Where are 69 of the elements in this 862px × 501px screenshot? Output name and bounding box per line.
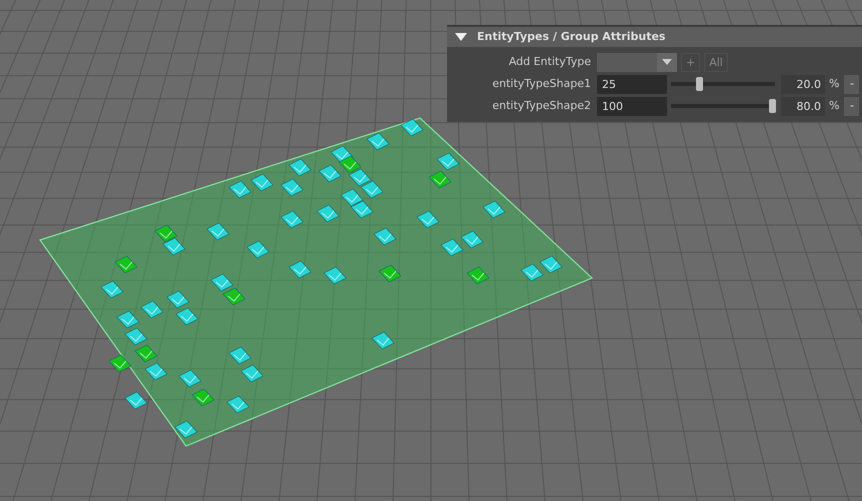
agent-icon bbox=[360, 180, 384, 198]
panel-title: EntityTypes / Group Attributes bbox=[477, 28, 666, 45]
agent-icon bbox=[540, 256, 562, 274]
agent-icon bbox=[460, 230, 484, 248]
percent-field: 80.0 bbox=[781, 96, 825, 116]
agent-icon bbox=[250, 174, 274, 192]
agent-icon bbox=[280, 178, 304, 196]
agent-icon bbox=[140, 300, 164, 318]
field-label: entityTypeShape1 bbox=[491, 76, 592, 92]
agent-icon bbox=[178, 370, 202, 388]
agent-icon bbox=[108, 354, 132, 372]
agent-icon bbox=[350, 200, 374, 218]
agent-icon bbox=[338, 156, 362, 174]
agent-icon bbox=[124, 328, 148, 346]
agent-icon bbox=[436, 152, 460, 170]
unit-label: % bbox=[828, 76, 840, 92]
agent-icon bbox=[192, 388, 214, 406]
field-label: entityTypeShape2 bbox=[491, 98, 592, 114]
value-field[interactable]: 25 bbox=[597, 74, 667, 94]
entity-type-dropdown[interactable] bbox=[597, 52, 677, 72]
agent-icon bbox=[174, 420, 198, 438]
agent-icon bbox=[348, 168, 372, 186]
field-label: Add EntityType bbox=[508, 54, 592, 70]
agent-icon bbox=[440, 238, 464, 256]
slider-thumb[interactable] bbox=[696, 77, 702, 91]
agent-icon bbox=[316, 204, 340, 222]
agent-icon bbox=[318, 164, 342, 182]
slider-thumb[interactable] bbox=[769, 99, 776, 113]
agent-icon bbox=[100, 280, 124, 298]
agent-icon bbox=[378, 264, 402, 282]
agent-icon bbox=[176, 308, 198, 326]
remove-button[interactable]: - bbox=[844, 96, 860, 116]
agent-icon bbox=[210, 274, 234, 292]
agent-icon bbox=[124, 392, 148, 410]
agent-icon bbox=[228, 346, 252, 364]
agent-icon bbox=[144, 362, 168, 380]
agent-icon bbox=[240, 364, 264, 382]
agent-icon bbox=[226, 396, 250, 414]
agent-icon bbox=[154, 224, 178, 242]
agent-icon bbox=[246, 240, 270, 258]
agent-icon bbox=[166, 290, 190, 308]
agent-icon bbox=[400, 118, 424, 136]
agent-icon bbox=[340, 188, 364, 206]
agent-icon bbox=[280, 210, 304, 228]
agent-icon bbox=[520, 264, 544, 282]
agent-icon bbox=[288, 158, 312, 176]
agent-icon bbox=[374, 228, 396, 246]
agent-icon bbox=[288, 260, 312, 278]
remove-button[interactable]: - bbox=[844, 74, 860, 94]
dropdown-caret-icon bbox=[662, 59, 672, 65]
agent-icon bbox=[324, 266, 346, 284]
agent-icon bbox=[222, 288, 246, 306]
agent-icon bbox=[228, 180, 252, 198]
collapse-triangle-icon[interactable] bbox=[455, 33, 467, 41]
panel-header[interactable]: EntityTypes / Group Attributes bbox=[447, 27, 862, 47]
agent-icon bbox=[134, 344, 158, 362]
agent-icon bbox=[482, 200, 506, 218]
percent-field: 20.0 bbox=[781, 74, 825, 94]
agent-icon bbox=[366, 132, 390, 150]
agent-icon bbox=[114, 256, 138, 274]
agent-icon bbox=[116, 310, 140, 328]
agent-icon bbox=[416, 210, 440, 228]
value-field[interactable]: 100 bbox=[597, 96, 667, 116]
agent-icon bbox=[162, 238, 186, 256]
agent-icon bbox=[466, 266, 490, 284]
agent-icon bbox=[428, 170, 452, 188]
agent-icon bbox=[372, 332, 394, 350]
agent-icon bbox=[206, 222, 230, 240]
unit-label: % bbox=[828, 98, 840, 114]
